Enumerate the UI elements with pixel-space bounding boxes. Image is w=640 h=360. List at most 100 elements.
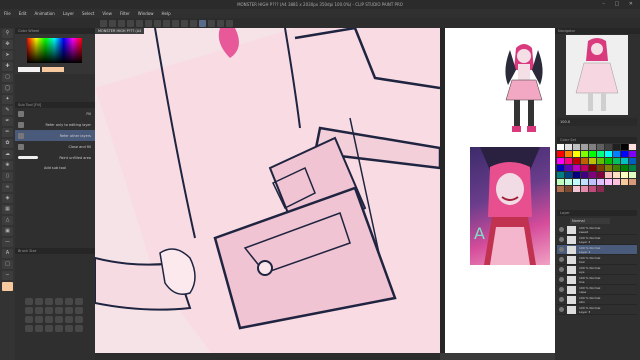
brush-size-option[interactable] bbox=[35, 325, 43, 332]
eye-icon[interactable] bbox=[559, 257, 564, 262]
color-swatch[interactable] bbox=[597, 158, 604, 164]
eye-icon[interactable] bbox=[559, 307, 564, 312]
layer-row[interactable]: 100 % Normal cape bbox=[557, 285, 637, 295]
color-swatch[interactable] bbox=[581, 186, 588, 192]
layer-tab[interactable]: Layer bbox=[557, 210, 637, 216]
color-swatch[interactable] bbox=[581, 144, 588, 150]
color-swatch[interactable] bbox=[565, 151, 572, 157]
color-swatch[interactable] bbox=[629, 165, 636, 171]
color-swatch[interactable] bbox=[597, 144, 604, 150]
brush-size-option[interactable] bbox=[25, 316, 33, 323]
invert-selection-icon[interactable] bbox=[172, 19, 179, 27]
color-swatch[interactable] bbox=[581, 165, 588, 171]
blend-tool-icon[interactable]: ≈ bbox=[2, 183, 13, 192]
color-swatch[interactable] bbox=[621, 179, 628, 185]
deselect-icon[interactable] bbox=[163, 19, 170, 27]
brush-tool-icon[interactable]: ✿ bbox=[2, 139, 13, 148]
brush-size-option[interactable] bbox=[75, 316, 83, 323]
color-swatch[interactable] bbox=[589, 144, 596, 150]
eyedropper-tool-icon[interactable]: ✎ bbox=[2, 106, 13, 115]
window-controls[interactable]: – □ ✕ bbox=[602, 1, 637, 7]
color-swatch[interactable] bbox=[621, 158, 628, 164]
color-swatch[interactable] bbox=[589, 151, 596, 157]
figure-tool-icon[interactable]: △ bbox=[2, 216, 13, 225]
color-set-tab[interactable]: Color Set bbox=[557, 137, 637, 143]
menu-layer[interactable]: Layer bbox=[63, 11, 74, 16]
color-swatch[interactable] bbox=[589, 179, 596, 185]
color-swatch[interactable] bbox=[629, 179, 636, 185]
color-swatch[interactable] bbox=[581, 179, 588, 185]
color-swatch[interactable] bbox=[565, 179, 572, 185]
color-swatch[interactable] bbox=[605, 151, 612, 157]
drawing-canvas[interactable] bbox=[95, 28, 440, 353]
eye-icon[interactable] bbox=[559, 237, 564, 242]
color-swatch[interactable] bbox=[573, 144, 580, 150]
subtool-refer-editing[interactable]: Refer only to editing layer bbox=[15, 119, 95, 130]
lasso-tool-icon[interactable]: ◯ bbox=[2, 84, 13, 93]
brush-size-option[interactable] bbox=[75, 325, 83, 332]
color-swatch[interactable] bbox=[629, 172, 636, 178]
color-swatch[interactable] bbox=[629, 151, 636, 157]
shrink-selection-icon[interactable] bbox=[190, 19, 197, 27]
eraser-tool-icon[interactable]: ▯ bbox=[2, 172, 13, 181]
color-swatch[interactable] bbox=[629, 144, 636, 150]
snap-grid-icon[interactable] bbox=[217, 19, 224, 27]
color-swatch[interactable] bbox=[557, 151, 564, 157]
brush-size-tab[interactable]: Brush Size bbox=[15, 248, 95, 254]
color-swatch[interactable] bbox=[597, 165, 604, 171]
new-file-icon[interactable] bbox=[100, 19, 107, 27]
snap-icon[interactable] bbox=[199, 19, 206, 27]
menu-select[interactable]: Select bbox=[82, 11, 94, 16]
color-swatch[interactable] bbox=[621, 144, 628, 150]
menu-animation[interactable]: Animation bbox=[34, 11, 54, 16]
color-swatch[interactable] bbox=[597, 186, 604, 192]
brush-size-option[interactable] bbox=[45, 307, 53, 314]
color-swatch[interactable] bbox=[565, 158, 572, 164]
color-swatch[interactable] bbox=[565, 165, 572, 171]
menu-edit[interactable]: Edit bbox=[19, 11, 27, 16]
color-swatch[interactable] bbox=[613, 172, 620, 178]
brush-size-option[interactable] bbox=[45, 325, 53, 332]
transform-icon[interactable] bbox=[154, 19, 161, 27]
color-wheel[interactable] bbox=[15, 34, 95, 74]
eye-icon[interactable] bbox=[559, 287, 564, 292]
gradient-tool-icon[interactable]: ▦ bbox=[2, 205, 13, 214]
layer-row[interactable]: 100 % Normal Layer 4 bbox=[557, 245, 637, 255]
color-swatch[interactable] bbox=[589, 172, 596, 178]
color-swatch[interactable] bbox=[605, 144, 612, 150]
eye-icon[interactable] bbox=[559, 267, 564, 272]
selection-tool-icon[interactable]: ▢ bbox=[2, 73, 13, 82]
color-swatch[interactable] bbox=[613, 144, 620, 150]
color-swatch[interactable] bbox=[557, 186, 564, 192]
brush-size-option[interactable] bbox=[35, 307, 43, 314]
color-swatch[interactable] bbox=[581, 151, 588, 157]
eye-icon[interactable] bbox=[559, 227, 564, 232]
text-tool-icon[interactable]: A bbox=[2, 249, 13, 258]
color-swatch[interactable] bbox=[565, 172, 572, 178]
color-swatch[interactable] bbox=[581, 172, 588, 178]
subtool-paint-unfilled[interactable]: Paint unfilled area bbox=[15, 152, 95, 163]
color-swatch[interactable] bbox=[573, 165, 580, 171]
color-swatch[interactable] bbox=[597, 172, 604, 178]
brush-size-option[interactable] bbox=[25, 325, 33, 332]
layer-row[interactable]: 100 % Normal sweat bbox=[557, 225, 637, 235]
color-swatch[interactable] bbox=[557, 172, 564, 178]
clear-icon[interactable] bbox=[145, 19, 152, 27]
brush-size-option[interactable] bbox=[25, 298, 33, 305]
brush-size-option[interactable] bbox=[35, 316, 43, 323]
frame-tool-icon[interactable]: ▣ bbox=[2, 227, 13, 236]
color-swatch[interactable] bbox=[605, 172, 612, 178]
color-swatch[interactable] bbox=[613, 151, 620, 157]
brush-size-option[interactable] bbox=[55, 298, 63, 305]
secondary-color-swatch[interactable] bbox=[42, 67, 64, 72]
brush-size-option[interactable] bbox=[65, 316, 73, 323]
color-swatch[interactable] bbox=[573, 151, 580, 157]
decoration-tool-icon[interactable]: ❀ bbox=[2, 161, 13, 170]
layer-row[interactable]: 100 % Normal line bbox=[557, 275, 637, 285]
brush-size-option[interactable] bbox=[45, 298, 53, 305]
balloon-tool-icon[interactable]: □ bbox=[2, 260, 13, 269]
color-swatch[interactable] bbox=[629, 158, 636, 164]
color-swatch[interactable] bbox=[613, 158, 620, 164]
operation-tool-icon[interactable]: ➤ bbox=[2, 51, 13, 60]
brush-size-option[interactable] bbox=[75, 298, 83, 305]
